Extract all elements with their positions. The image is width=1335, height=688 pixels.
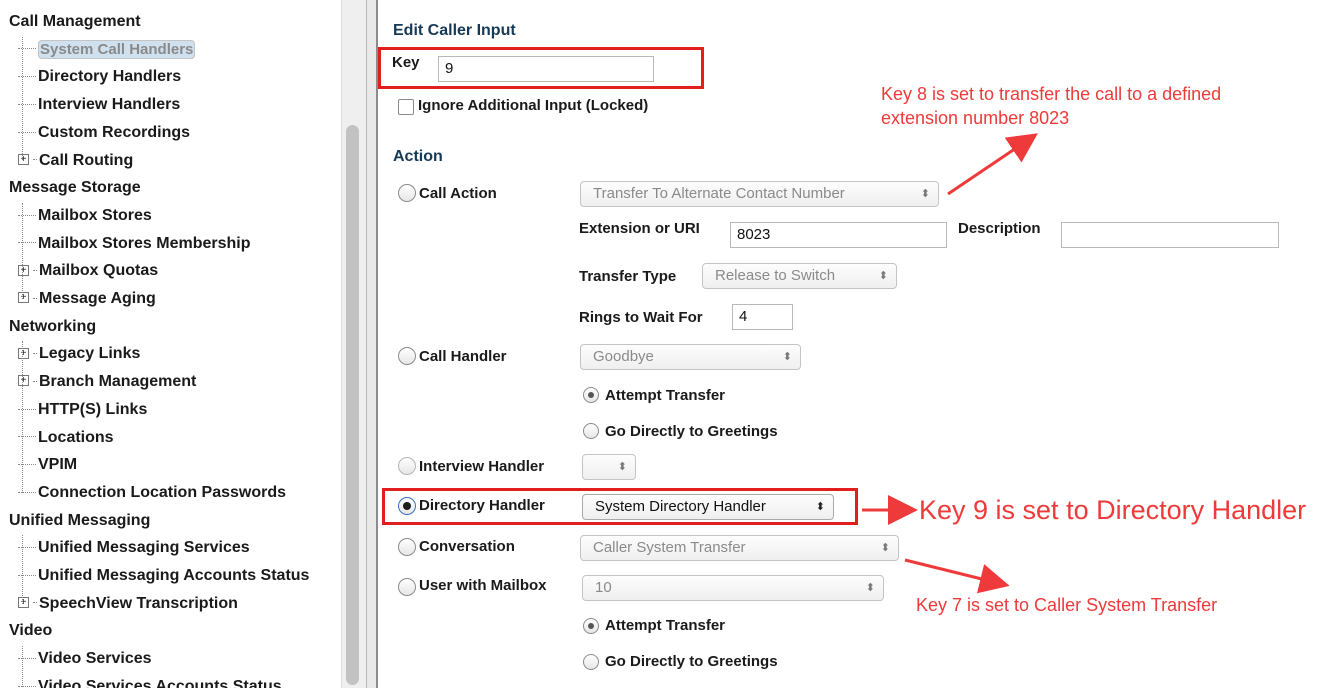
annotation-arrows (862, 133, 1038, 594)
arrow-to-key8-note (947, 133, 1038, 196)
arrow-to-key7-note (904, 558, 1010, 594)
